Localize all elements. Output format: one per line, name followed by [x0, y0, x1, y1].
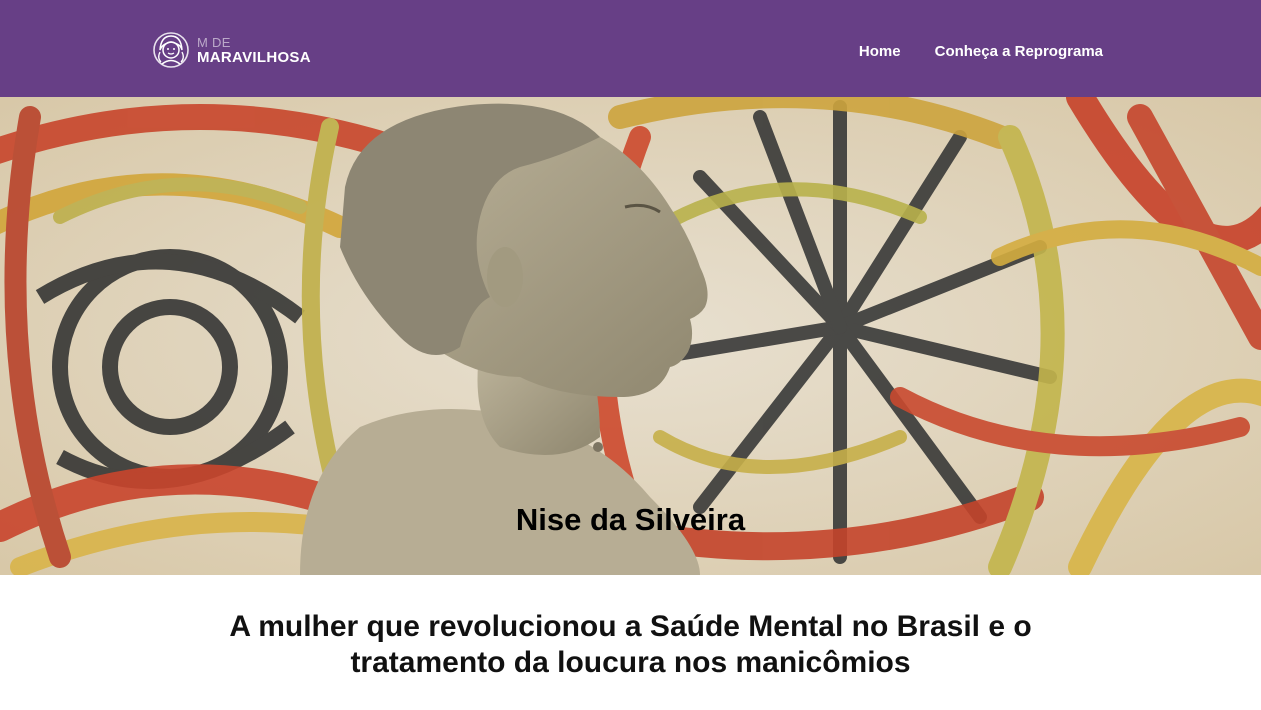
logo-text-bottom: MARAVILHOSA	[197, 48, 311, 66]
logo-text: M DE MARAVILHOSA	[197, 36, 311, 65]
subtitle-line-1: A mulher que revolucionou a Saúde Mental…	[229, 610, 1032, 643]
article-subtitle: A mulher que revolucionou a Saúde Mental…	[0, 609, 1261, 681]
subtitle-line-2: tratamento da loucura nos manicômios	[350, 646, 911, 679]
site-logo[interactable]: M DE MARAVILHOSA	[152, 28, 311, 72]
nav-home-link[interactable]: Home	[859, 43, 901, 60]
logo-text-top: M DE	[197, 34, 231, 50]
hero-title: Nise da Silveira	[515, 502, 746, 537]
hero-banner: Nise da Silveira	[0, 97, 1261, 575]
nav-reprograma-link[interactable]: Conheça a Reprograma	[935, 43, 1103, 60]
main-nav: Home Conheça a Reprograma	[825, 43, 1103, 60]
site-header: M DE MARAVILHOSA Home Conheça a Reprogra…	[0, 0, 1261, 97]
woman-face-icon	[153, 32, 189, 68]
